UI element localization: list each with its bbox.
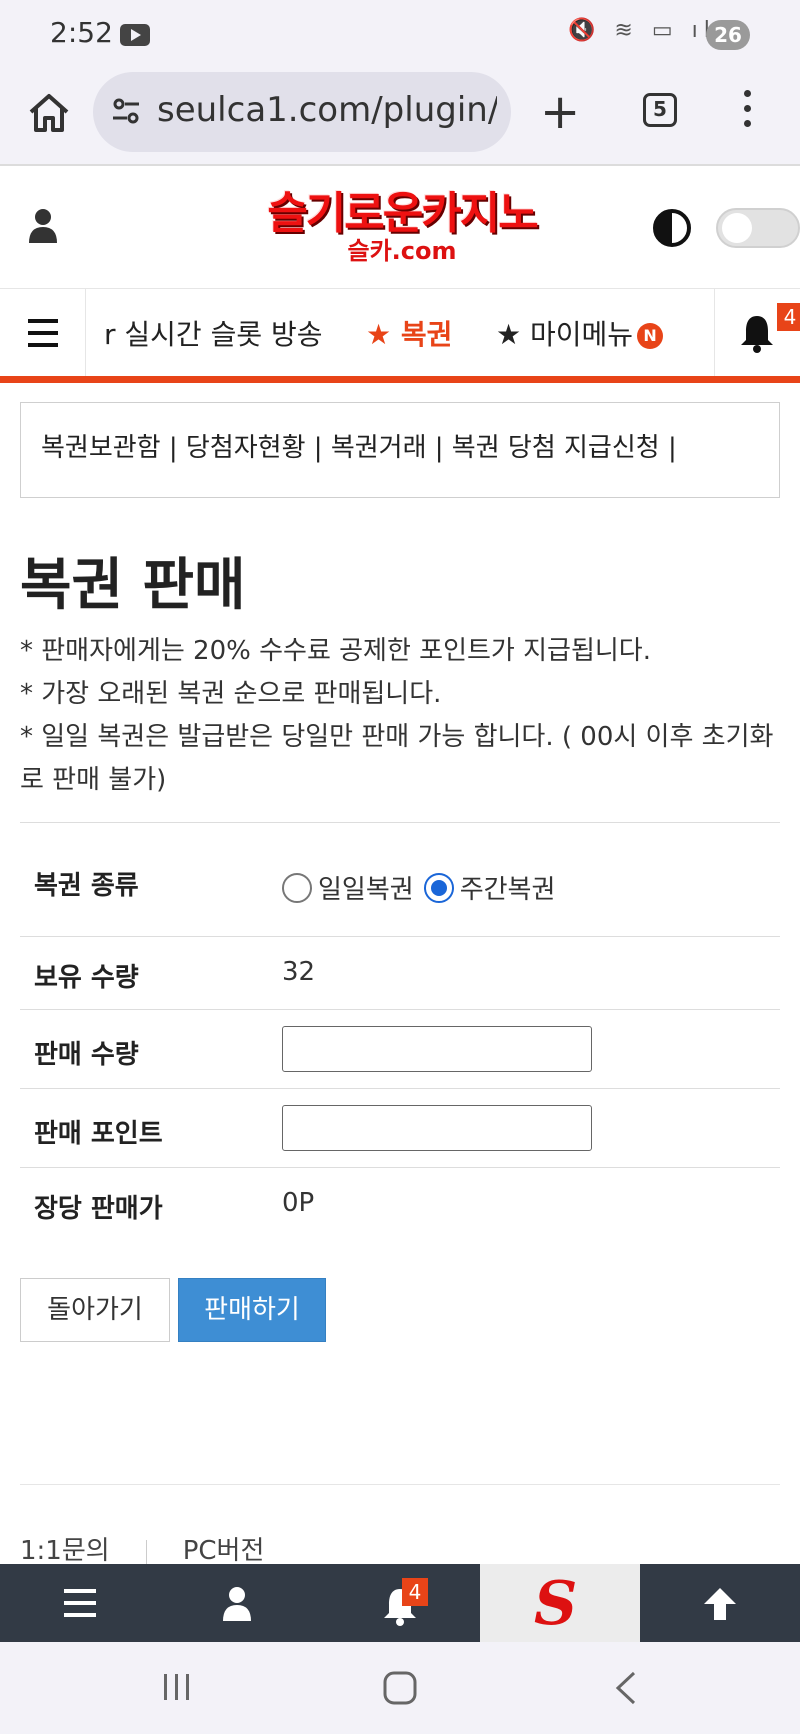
lottery-submenu: 복권보관함 | 당첨자현황 | 복권거래 | 복권 당첨 지급신청 | [20, 402, 780, 498]
radio-weekly[interactable] [423, 872, 454, 903]
dark-mode-toggle[interactable] [716, 208, 800, 248]
sell-quantity-label: 판매 수량 [34, 1040, 139, 1070]
nav-item-live-slots[interactable]: r 실시간 슬롯 방송 [104, 313, 323, 353]
address-bar[interactable]: seulca1.com/plugin/lo [93, 72, 511, 152]
browser-toolbar: seulca1.com/plugin/lo + 5 [0, 68, 800, 166]
notification-count-badge: 4 [402, 1578, 428, 1606]
sale-notes: * 판매자에게는 20% 수수료 공제한 포인트가 지급됩니다. * 가장 오래… [20, 630, 790, 802]
status-time: 2:52 [50, 16, 113, 49]
contrast-icon[interactable] [652, 208, 692, 248]
back-button[interactable]: 돌아가기 [20, 1278, 170, 1342]
user-icon[interactable] [28, 208, 58, 244]
bottom-notification-button[interactable]: 4 [320, 1564, 480, 1642]
submenu-separator: | [667, 433, 677, 463]
bell-icon [741, 316, 773, 353]
unit-price-label: 장당 판매가 [34, 1194, 163, 1224]
form-row-points: 판매 포인트 [20, 1088, 780, 1167]
site-header: 슬기로운카지노 슬카.com [0, 166, 800, 288]
note-line: * 가장 오래된 복권 순으로 판매됩니다. [20, 679, 442, 709]
bottom-menu-button[interactable] [0, 1564, 160, 1642]
arrow-up-icon [704, 1588, 736, 1620]
home-button-icon[interactable] [382, 1670, 418, 1706]
toggle-knob [722, 213, 752, 243]
sell-quantity-input[interactable] [282, 1026, 592, 1072]
status-bar: 2:52 🔇 ≋ ▭ ıl 26 [0, 0, 800, 68]
submenu-item-winners[interactable]: 당첨자현황 [186, 433, 306, 463]
submenu-separator: | [168, 433, 178, 463]
footer-links: 1:1문의 PC버전 [20, 1530, 264, 1567]
nav-item-mymenu[interactable]: ★ 마이메뉴 N [496, 313, 664, 353]
status-icons: 🔇 ≋ ▭ ıl [568, 18, 716, 43]
new-tab-button[interactable]: + [540, 84, 580, 140]
nav-item-lottery[interactable]: ★ 복권 [366, 313, 452, 353]
footer-separator [145, 1539, 147, 1564]
nav-item-mymenu-label: ★ 마이메뉴 [496, 318, 634, 351]
hamburger-icon [64, 1589, 96, 1617]
sell-form: 복권 종류 일일복권 주간복권 보유 수량 32 판매 수량 판매 포인트 장당 … [20, 822, 780, 1243]
system-nav-bar [0, 1642, 800, 1734]
bottom-user-button[interactable] [160, 1564, 320, 1642]
site-settings-icon[interactable] [111, 96, 141, 126]
page-title: 복권 판매 [20, 553, 246, 618]
submenu-item-trade[interactable]: 복권거래 [331, 433, 427, 463]
notification-count-badge: 4 [777, 303, 800, 331]
youtube-notification-icon [120, 24, 150, 46]
submenu-separator: | [434, 433, 444, 463]
site-logo[interactable]: 슬기로운카지노 슬카.com [258, 190, 546, 266]
new-badge: N [637, 323, 664, 349]
footer-link-inquiry[interactable]: 1:1문의 [20, 1536, 110, 1566]
unit-price-value: 0P [282, 1188, 315, 1218]
sell-points-input[interactable] [282, 1105, 592, 1151]
battery-indicator: 26 [706, 20, 750, 50]
user-icon [223, 1587, 251, 1621]
browser-menu-icon[interactable] [742, 90, 752, 134]
nav-accent-bar [0, 376, 800, 383]
sell-button[interactable]: 판매하기 [178, 1278, 326, 1342]
submenu-separator: | [313, 433, 323, 463]
submenu-item-storage[interactable]: 복권보관함 [41, 433, 161, 463]
home-icon[interactable] [26, 90, 72, 136]
radio-daily-label: 일일복권 [318, 875, 414, 905]
owned-quantity-label: 보유 수량 [34, 963, 139, 993]
url-text: seulca1.com/plugin/lo [157, 90, 497, 130]
owned-quantity-value: 32 [282, 957, 316, 987]
lottery-type-options: 일일복권 주간복권 [282, 869, 565, 906]
recent-apps-icon[interactable] [160, 1670, 194, 1704]
note-line: * 판매자에게는 20% 수수료 공제한 포인트가 지급됩니다. [20, 636, 651, 666]
form-row-type: 복권 종류 일일복권 주간복권 [20, 822, 780, 936]
scroll-top-button[interactable] [640, 1564, 800, 1642]
radio-daily[interactable] [282, 872, 312, 903]
note-line: * 일일 복권은 발급받은 당일만 판매 가능 합니다. ( 00시 이후 초기… [20, 722, 774, 795]
bottom-bar: 4 S [0, 1564, 800, 1642]
logo-sub-text: 슬카.com [347, 237, 457, 265]
form-row-owned: 보유 수량 32 [20, 936, 780, 1009]
back-icon[interactable] [612, 1670, 638, 1706]
sell-points-label: 판매 포인트 [34, 1119, 163, 1149]
radio-weekly-label: 주간복권 [459, 875, 556, 905]
bottom-home-logo[interactable]: S [480, 1564, 640, 1642]
form-row-unit-price: 장당 판매가 0P [20, 1167, 780, 1243]
footer-link-pc[interactable]: PC버전 [183, 1536, 265, 1566]
main-nav: r 실시간 슬롯 방송 ★ 복권 ★ 마이메뉴 N 4 [0, 288, 800, 380]
submenu-item-payout-request[interactable]: 복권 당첨 지급신청 [452, 433, 660, 463]
form-row-quantity: 판매 수량 [20, 1009, 780, 1088]
notification-bell[interactable]: 4 [714, 289, 800, 377]
footer-divider [20, 1484, 780, 1485]
logo-main-text: 슬기로운카지노 [267, 188, 538, 239]
hamburger-menu-icon[interactable] [0, 289, 86, 377]
s-logo-icon: S [534, 1569, 578, 1639]
tab-switcher-button[interactable]: 5 [643, 93, 677, 127]
lottery-type-label: 복권 종류 [34, 871, 139, 901]
